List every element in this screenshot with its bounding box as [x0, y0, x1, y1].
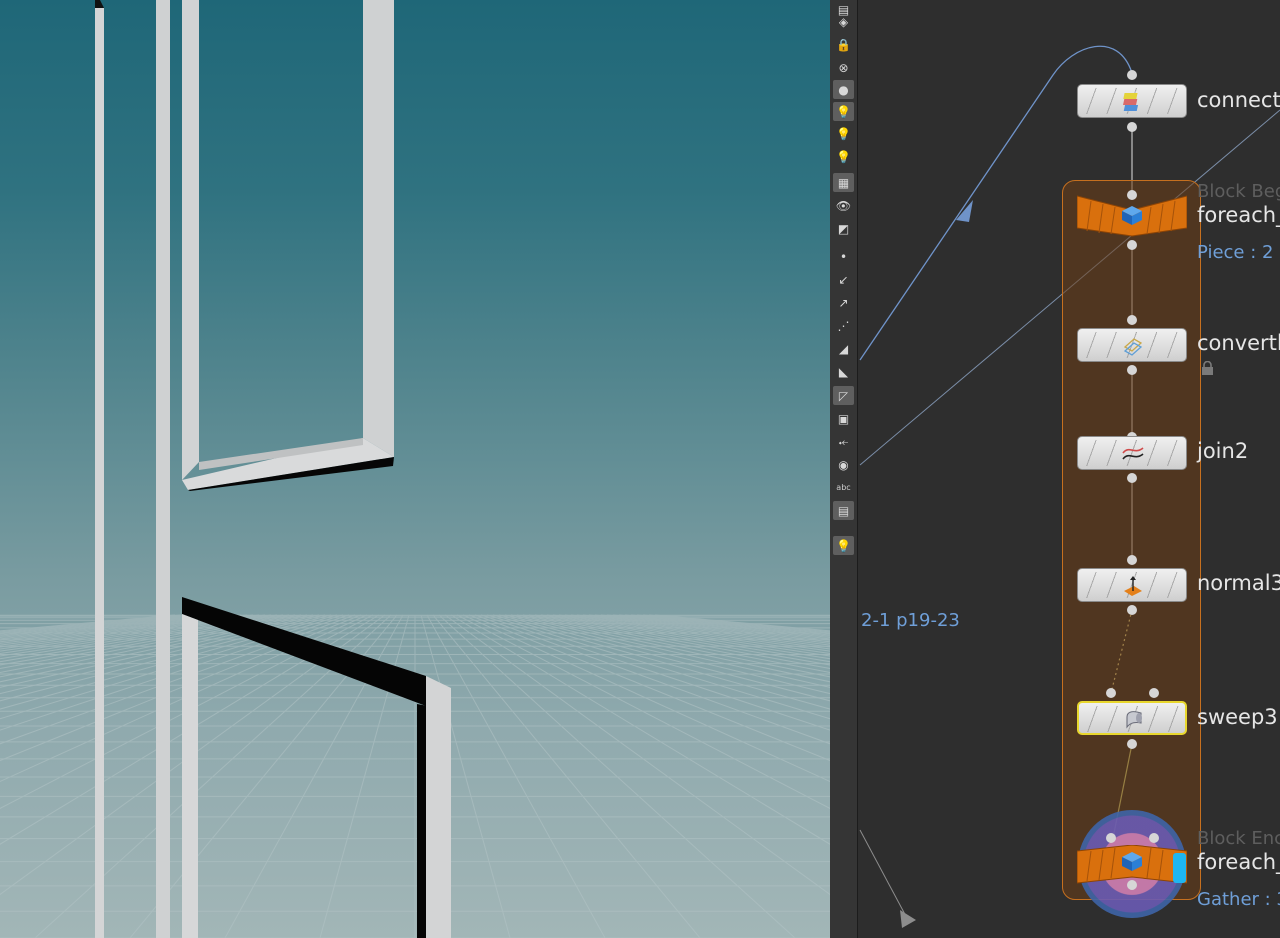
- node-label-convertline: convertl: [1197, 331, 1280, 355]
- node-info-gather: Gather : 3: [1197, 889, 1280, 910]
- output-connector[interactable]: [1127, 122, 1137, 132]
- uv-display-icon[interactable]: ⤝: [833, 432, 854, 451]
- node-info-piece: Piece : 2: [1197, 242, 1274, 263]
- bounding-box-icon[interactable]: ▣: [833, 409, 854, 428]
- snapshot-icon[interactable]: ▤: [833, 501, 854, 520]
- template-view-icon[interactable]: ◩: [833, 219, 854, 238]
- foreach-cube-icon: [1120, 850, 1144, 872]
- node-join2[interactable]: [1077, 436, 1187, 470]
- sweep-icon: [1122, 708, 1146, 732]
- vertex-display-icon[interactable]: ◢: [833, 339, 854, 358]
- output-connector[interactable]: [1127, 605, 1137, 615]
- node-label-sweep3: sweep3: [1197, 705, 1278, 729]
- output-connector[interactable]: [1127, 365, 1137, 375]
- headlight-icon[interactable]: 💡: [833, 124, 854, 143]
- scene-viewport[interactable]: [0, 0, 830, 938]
- visualizer-icon[interactable]: 👁: [833, 196, 854, 215]
- text-display-icon[interactable]: abc: [833, 478, 854, 497]
- visualize-icon[interactable]: 💡: [833, 536, 854, 555]
- viewport-canvas: [0, 0, 830, 938]
- input-connector[interactable]: [1106, 833, 1116, 843]
- node-convertline[interactable]: [1077, 328, 1187, 362]
- connectivity-icon: [1121, 90, 1145, 114]
- normal-icon: [1121, 574, 1145, 598]
- primitive-normals-icon[interactable]: ↗: [833, 293, 854, 312]
- ground-grid: [0, 614, 830, 938]
- node-connectivity[interactable]: [1077, 84, 1187, 118]
- sticky-note[interactable]: 2-1 p19-23: [861, 610, 960, 631]
- input-connector[interactable]: [1127, 315, 1137, 325]
- input-connector[interactable]: [1106, 688, 1116, 698]
- background-image-icon[interactable]: ▦: [833, 173, 854, 192]
- convertline-icon: [1121, 334, 1145, 358]
- node-normal3[interactable]: [1077, 568, 1187, 602]
- node-sublabel-foreach-begin: Block Beg: [1197, 181, 1280, 202]
- node-sweep3[interactable]: [1077, 701, 1187, 735]
- point-display-icon[interactable]: •: [833, 247, 854, 266]
- input-connector[interactable]: [1149, 688, 1159, 698]
- network-editor[interactable]: 2-1 p19-23 connecti Block Beg foreach_ P…: [858, 0, 1280, 938]
- output-connector[interactable]: [1127, 880, 1137, 890]
- output-connector[interactable]: [1127, 240, 1137, 250]
- point-normals-icon[interactable]: ↙: [833, 270, 854, 289]
- primitive-numbers-icon[interactable]: ◣: [833, 362, 854, 381]
- input-connector[interactable]: [1127, 70, 1137, 80]
- ghost-other-objects-icon[interactable]: ⊗: [833, 58, 854, 77]
- input-connector[interactable]: [1127, 555, 1137, 565]
- join-icon: [1121, 442, 1145, 466]
- shading-mode-icon[interactable]: ●: [833, 80, 854, 99]
- input-connector[interactable]: [1149, 833, 1159, 843]
- point-numbers-icon[interactable]: ⋰: [833, 316, 854, 335]
- wire-direction-arrow: [900, 910, 916, 928]
- node-label-foreach-end: foreach_: [1197, 850, 1280, 874]
- foreach-cube-icon: [1120, 204, 1144, 226]
- output-connector[interactable]: [1127, 473, 1137, 483]
- light-icon[interactable]: 💡: [833, 102, 854, 121]
- guide-display-icon[interactable]: ◉: [833, 455, 854, 474]
- node-lock-icon[interactable]: [1201, 361, 1214, 375]
- foreach-block: [1062, 180, 1201, 900]
- node-label-connectivity: connecti: [1197, 88, 1280, 112]
- lock-camera-icon[interactable]: 🔒: [833, 35, 854, 54]
- wire-direction-arrow: [956, 200, 973, 222]
- light-link-icon[interactable]: 💡: [833, 147, 854, 166]
- viewport-display-toolbar: ▤ ◈ 🔒 ⊗ ● 💡 💡 💡 ▦ 👁 ◩ • ↙ ↗ ⋰ ◢ ◣ ◸ ▣ ⤝ ◉ abc ▤ 💡: [830, 0, 858, 938]
- scene-geometry: [95, 0, 451, 938]
- hull-display-icon[interactable]: ◸: [833, 386, 854, 405]
- node-foreach-begin[interactable]: [1076, 194, 1188, 238]
- select-visible-icon[interactable]: ◈: [833, 12, 854, 31]
- output-connector[interactable]: [1127, 739, 1137, 749]
- node-label-join2: join2: [1197, 439, 1249, 463]
- node-label-foreach-begin: foreach_: [1197, 203, 1280, 227]
- node-label-normal3: normal3: [1197, 571, 1280, 595]
- node-sublabel-foreach-end: Block Enc: [1197, 828, 1280, 849]
